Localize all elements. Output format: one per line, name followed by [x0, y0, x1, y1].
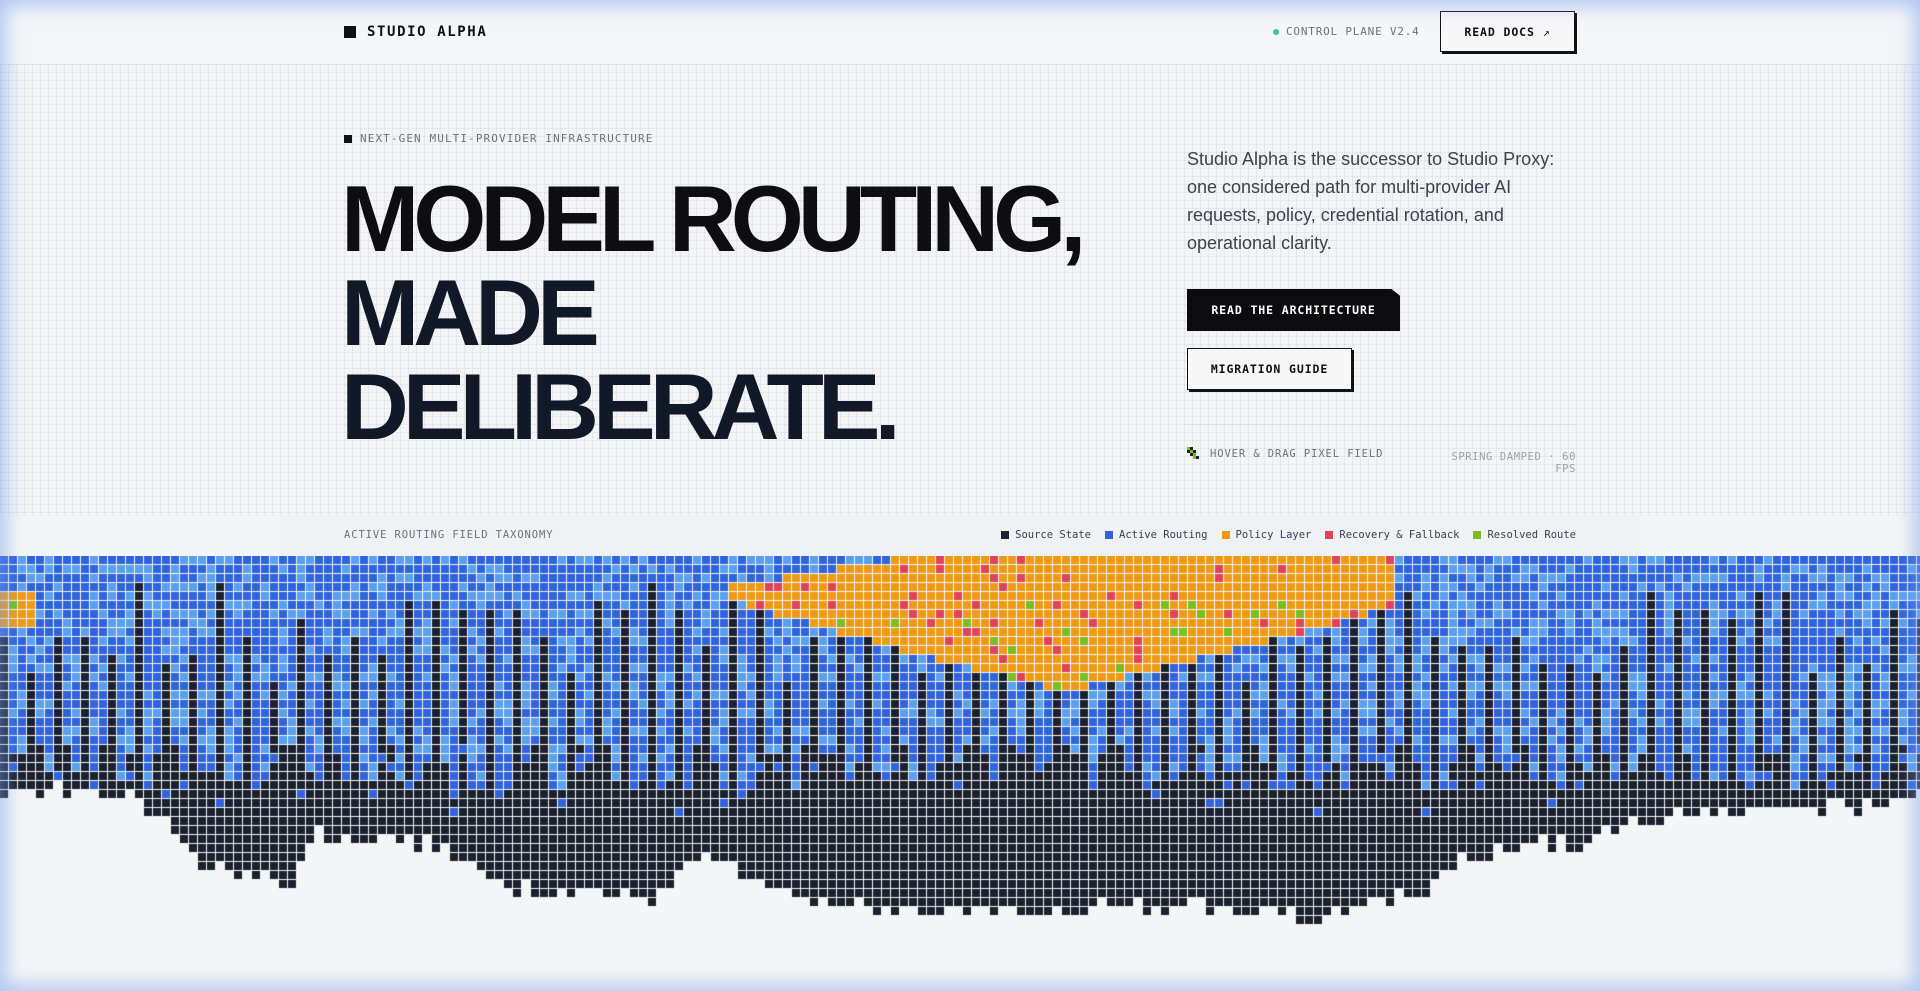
- legend-item-active-routing: Active Routing: [1105, 529, 1208, 541]
- resolved-route-swatch-icon: [1473, 531, 1482, 539]
- legend-label: Active Routing: [1119, 529, 1208, 541]
- headline-line-1: MODEL ROUTING,: [341, 166, 1086, 271]
- legend-label: Source State: [1015, 529, 1091, 541]
- taxonomy-title: ACTIVE ROUTING FIELD TAXONOMY: [344, 529, 554, 541]
- top-navigation-bar: STUDIO ALPHA CONTROL PLANE V2.4 READ DOC…: [0, 0, 1920, 65]
- taxonomy-bar: ACTIVE ROUTING FIELD TAXONOMY Source Sta…: [280, 516, 1640, 556]
- brand-name: STUDIO ALPHA: [367, 24, 488, 40]
- hint-text: HOVER & DRAG PIXEL FIELD: [1210, 447, 1384, 460]
- active-routing-swatch-icon: [1105, 531, 1113, 539]
- status-dot-icon: [1273, 28, 1279, 35]
- status-text: CONTROL PLANE V2.4: [1286, 25, 1420, 38]
- control-plane-status: CONTROL PLANE V2.4: [1273, 25, 1420, 38]
- interactive-pixel-field[interactable]: [0, 556, 1920, 991]
- legend-label: Policy Layer: [1235, 529, 1312, 541]
- hero-headline: MODEL ROUTING, MADE DELIBERATE.: [341, 166, 1086, 459]
- policy-layer-swatch-icon: [1221, 531, 1230, 539]
- legend-item-recovery-fallback: Recovery & Fallback: [1325, 529, 1459, 541]
- pixel-field-hint: HOVER & DRAG PIXEL FIELD: [1187, 447, 1383, 460]
- cursor-pixel-icon: [1187, 447, 1199, 459]
- eyebrow-square-icon: [344, 134, 352, 143]
- headline-line-3: DELIBERATE.: [341, 354, 901, 459]
- hero-description: Studio Alpha is the successor to Studio …: [1187, 149, 1555, 253]
- brand-logo-icon: [344, 26, 356, 38]
- brand[interactable]: STUDIO ALPHA: [344, 24, 487, 40]
- taxonomy-legend: Source State Active Routing Policy Layer…: [1001, 529, 1576, 541]
- recovery-fallback-swatch-icon: [1325, 531, 1334, 539]
- read-docs-label: READ DOCS: [1464, 24, 1535, 39]
- external-link-icon: ↗: [1542, 24, 1551, 39]
- legend-item-resolved-route: Resolved Route: [1473, 529, 1576, 541]
- hero-eyebrow: NEXT-GEN MULTI-PROVIDER INFRASTRUCTURE: [344, 132, 653, 145]
- hero-divider: [1187, 424, 1576, 425]
- legend-item-policy-layer: Policy Layer: [1221, 529, 1312, 541]
- headline-line-2: MADE: [341, 260, 600, 365]
- eyebrow-text: NEXT-GEN MULTI-PROVIDER INFRASTRUCTURE: [360, 132, 654, 145]
- read-architecture-button[interactable]: READ THE ARCHITECTURE: [1187, 289, 1400, 331]
- legend-label: Resolved Route: [1487, 529, 1576, 541]
- legend-label: Recovery & Fallback: [1339, 529, 1460, 541]
- animation-meta: SPRING DAMPED · 60 FPS: [1451, 451, 1576, 475]
- source-state-swatch-icon: [1001, 531, 1010, 539]
- legend-item-source-state: Source State: [1001, 529, 1091, 541]
- read-docs-button[interactable]: READ DOCS ↗: [1440, 11, 1575, 52]
- migration-guide-button[interactable]: MIGRATION GUIDE: [1187, 348, 1352, 390]
